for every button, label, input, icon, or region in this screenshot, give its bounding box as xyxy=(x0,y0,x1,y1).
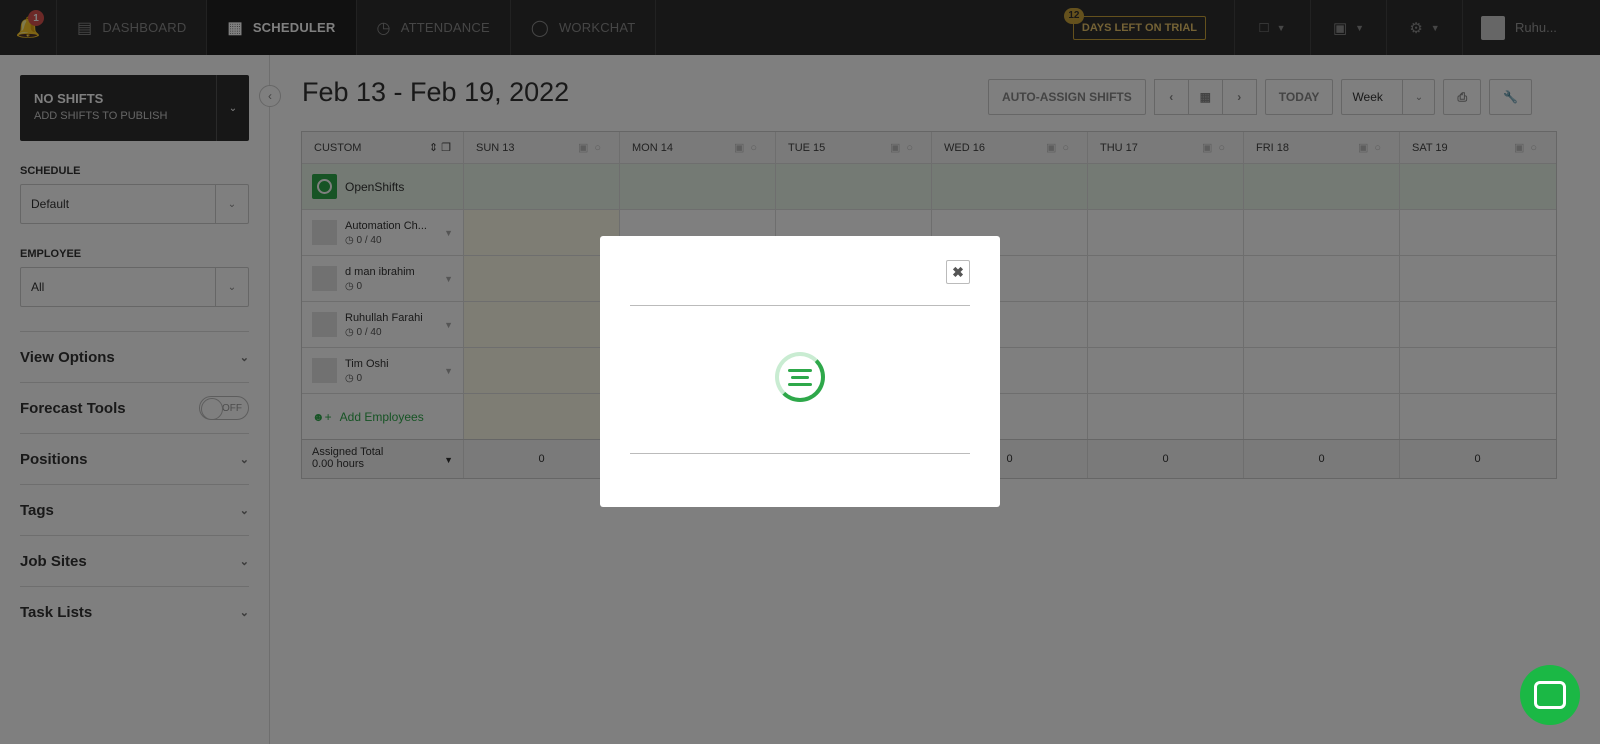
modal-divider xyxy=(630,453,970,454)
spinner-line xyxy=(791,375,809,379)
modal-divider xyxy=(630,305,970,306)
spinner-line xyxy=(788,382,812,386)
spinner-line xyxy=(788,368,812,372)
loading-spinner-icon xyxy=(775,352,825,402)
loading-modal: ✖ xyxy=(600,236,1000,507)
modal-backdrop[interactable]: ✖ xyxy=(0,0,1600,744)
chat-launcher-button[interactable] xyxy=(1520,665,1580,725)
close-button[interactable]: ✖ xyxy=(946,260,970,284)
close-icon: ✖ xyxy=(952,263,964,280)
